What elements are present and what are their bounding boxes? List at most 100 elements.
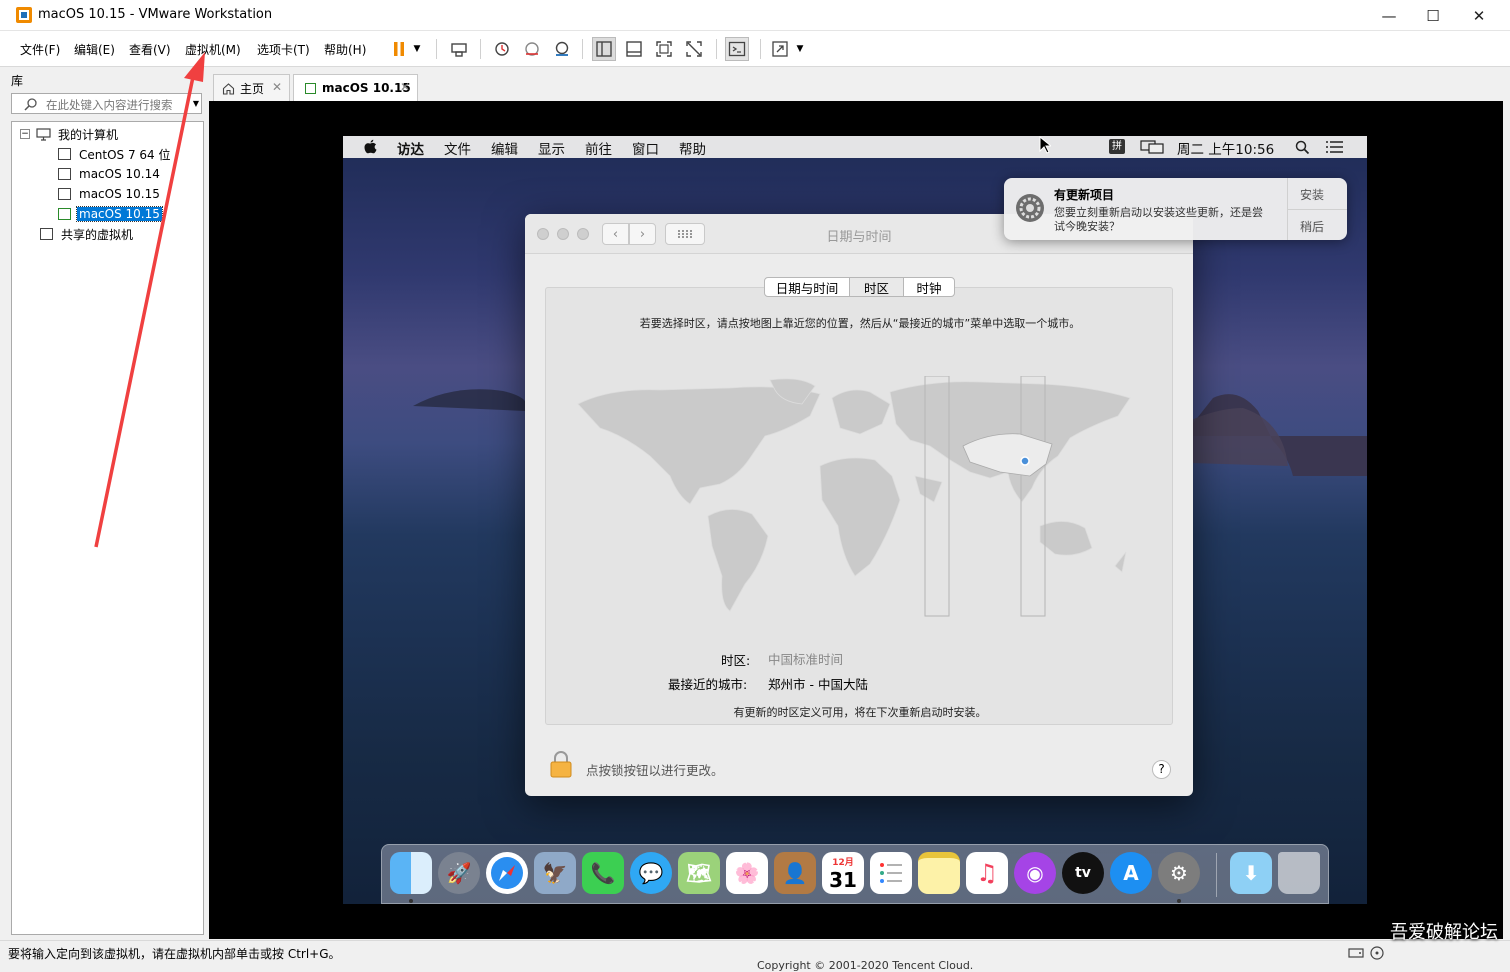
spotlight-search-icon[interactable] (1295, 140, 1310, 155)
stretch-button[interactable] (768, 37, 792, 61)
tree-vm-item[interactable]: CentOS 7 64 位 (55, 145, 172, 163)
podcasts-icon[interactable]: ◉ (1014, 852, 1056, 894)
tree-my-computer[interactable]: − 我的计算机 (20, 125, 120, 143)
safari-icon[interactable] (486, 852, 528, 894)
tree-vm-item[interactable]: macOS 10.15 (55, 185, 162, 203)
menu-tabs[interactable]: 选项卡(T) (257, 41, 310, 58)
tab-clock[interactable]: 时钟 (903, 277, 955, 297)
revert-snapshot-button[interactable] (520, 37, 544, 61)
tree-shared-vms[interactable]: 共享的虚拟机 (37, 225, 135, 243)
help-button[interactable]: ? (1152, 760, 1171, 779)
apple-tv-icon[interactable]: tv (1062, 852, 1104, 894)
tab-close-icon[interactable]: ✕ (272, 80, 282, 94)
timezone-instruction: 若要选择时区，请点按地图上靠近您的位置，然后从“最接近的城市”菜单中选取一个城市… (639, 317, 1081, 330)
tab-home[interactable]: 主页 ✕ (213, 74, 290, 101)
maps-icon[interactable]: 🗺 (678, 852, 720, 894)
macos-menu-help[interactable]: 帮助 (679, 138, 706, 158)
shared-vm-icon (37, 228, 53, 242)
notification-title: 有更新项目 (1054, 188, 1115, 202)
fullscreen-button[interactable] (652, 37, 676, 61)
lock-message: 点按锁按钮以进行更改。 (586, 763, 724, 778)
tree-vm-item-selected[interactable]: macOS 10.15 (55, 205, 163, 223)
tab-close-icon[interactable]: ✕ (400, 80, 410, 94)
home-icon (222, 82, 235, 95)
update-notification[interactable]: 有更新项目 您要立刻重新启动以安装这些更新，还是尝 试今晚安装？ 安装 稍后 (1004, 178, 1347, 240)
world-map[interactable] (570, 376, 1150, 618)
pause-dropdown[interactable]: ▼ (410, 37, 424, 61)
vm-icon (55, 168, 71, 182)
stretch-dropdown[interactable]: ▼ (793, 37, 807, 61)
console-button[interactable] (725, 37, 749, 61)
guest-screen[interactable]: 访达 文件 编辑 显示 前往 窗口 帮助 拼 周二 上午10:56 ‹ › 日期… (343, 136, 1367, 904)
send-ctrl-alt-del-button[interactable] (447, 37, 471, 61)
downloads-folder-icon[interactable]: ⬇ (1230, 852, 1272, 894)
revert-snapshot-icon (525, 42, 539, 56)
close-button[interactable]: ✕ (1456, 0, 1502, 31)
date-time-preferences-window: ‹ › 日期与时间 若要选择时区，请点按地图上靠近您的位置，然后从“最接近的城市… (525, 214, 1193, 796)
snapshot-button[interactable] (490, 37, 514, 61)
app-store-icon[interactable]: A (1110, 852, 1152, 894)
macos-clock[interactable]: 周二 上午10:56 (1177, 138, 1274, 158)
search-icon (24, 98, 37, 111)
minimize-button[interactable]: — (1366, 0, 1412, 31)
search-dropdown-icon[interactable]: ▼ (193, 99, 199, 108)
running-vm-icon (55, 208, 71, 222)
launchpad-icon[interactable]: 🚀 (438, 852, 480, 894)
unity-button[interactable] (682, 37, 706, 61)
computer-icon (36, 127, 51, 141)
menu-file[interactable]: 文件(F) (20, 41, 60, 58)
macos-menu-finder[interactable]: 访达 (397, 138, 424, 158)
macos-menu-view[interactable]: 显示 (538, 138, 565, 158)
pause-button[interactable] (387, 37, 411, 61)
menu-help[interactable]: 帮助(H) (324, 41, 366, 58)
macos-menu-go[interactable]: 前往 (585, 138, 612, 158)
trash-icon[interactable] (1278, 852, 1320, 894)
mail-stamp-icon[interactable]: 🦅 (534, 852, 576, 894)
notification-later-button[interactable]: 稍后 (1300, 218, 1324, 235)
facetime-icon[interactable]: 📞 (582, 852, 624, 894)
music-icon[interactable]: ♫ (966, 852, 1008, 894)
maximize-button[interactable]: ☐ (1410, 0, 1456, 31)
reminders-icon[interactable] (870, 852, 912, 894)
notification-install-button[interactable]: 安装 (1300, 186, 1324, 203)
finder-icon[interactable] (390, 852, 432, 894)
lock-icon[interactable] (549, 750, 573, 778)
input-method-icon[interactable]: 拼 (1109, 139, 1125, 154)
system-preferences-icon[interactable]: ⚙ (1158, 852, 1200, 894)
mouse-pointer-icon (1039, 136, 1051, 154)
contacts-icon[interactable]: 👤 (774, 852, 816, 894)
calendar-icon[interactable]: 12月 31 (822, 852, 864, 894)
thumbnail-view-button[interactable] (622, 37, 646, 61)
closest-city-label: 最接近的城市: (668, 677, 748, 692)
closest-city-value[interactable]: 郑州市 - 中国大陆 (768, 674, 868, 693)
menu-view[interactable]: 查看(V) (129, 41, 171, 58)
library-search-input[interactable]: 在此处键入内容进行搜索 ▼ (11, 93, 202, 114)
notification-center-icon[interactable] (1326, 141, 1343, 153)
collapse-icon[interactable]: − (20, 129, 30, 139)
tab-date-time[interactable]: 日期与时间 (764, 277, 850, 297)
tab-time-zone[interactable]: 时区 (849, 277, 904, 297)
photos-icon[interactable]: 🌸 (726, 852, 768, 894)
macos-menu-edit[interactable]: 编辑 (491, 138, 518, 158)
window-titlebar: macOS 10.15 - VMware Workstation — ☐ ✕ (0, 0, 1510, 31)
macos-menu-file[interactable]: 文件 (444, 138, 471, 158)
snapshot-manager-button[interactable] (550, 37, 574, 61)
console-icon (728, 41, 746, 57)
timezone-pane: 若要选择时区，请点按地图上靠近您的位置，然后从“最接近的城市”菜单中选取一个城市… (545, 287, 1173, 725)
airplay-display-icon[interactable] (1140, 140, 1164, 154)
apple-logo-icon[interactable] (364, 139, 377, 154)
hard-disk-icon[interactable] (1348, 946, 1364, 960)
cd-drive-icon[interactable] (1370, 946, 1384, 960)
notes-icon[interactable] (918, 852, 960, 894)
library-view-button[interactable] (592, 37, 616, 61)
tab-macos-10-15[interactable]: macOS 10.15 ✕ (293, 74, 418, 101)
menu-edit[interactable]: 编辑(E) (74, 41, 115, 58)
macos-menu-window[interactable]: 窗口 (632, 138, 659, 158)
tree-vm-item[interactable]: macOS 10.14 (55, 165, 162, 183)
menu-vm[interactable]: 虚拟机(M) (185, 41, 241, 58)
messages-icon[interactable]: 💬 (630, 852, 672, 894)
send-ctrl-alt-del-icon (451, 43, 467, 57)
system-preferences-gear-icon (1016, 194, 1044, 222)
timezone-value: 中国标准时间 (768, 652, 844, 667)
notification-body-line2: 试今晚安装？ (1054, 220, 1120, 233)
